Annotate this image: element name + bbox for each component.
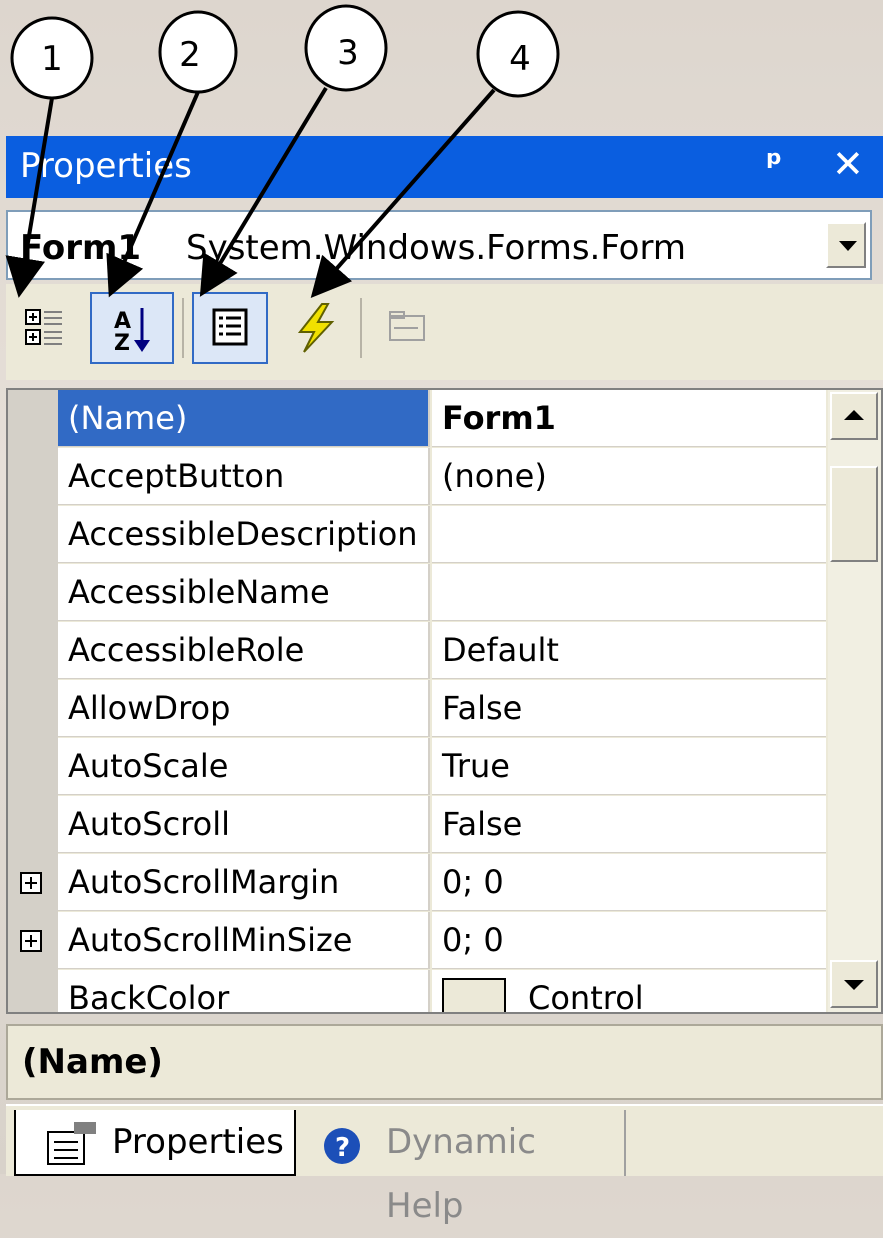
row-gutter [8,390,58,448]
bottom-tabs: Properties ? Dynamic Help [6,1104,883,1226]
scroll-thumb[interactable] [830,466,878,562]
expand-icon[interactable] [20,930,42,952]
property-row[interactable]: AccessibleDescription [8,506,826,564]
property-pages-button[interactable] [376,294,440,360]
description-pane: (Name) [6,1024,883,1100]
property-row[interactable]: AllowDrop False [8,680,826,738]
property-value[interactable]: False [432,796,826,853]
expand-icon[interactable] [20,872,42,894]
property-name[interactable]: AccessibleName [58,564,430,621]
properties-toolbar: A Z [6,284,883,380]
pin-icon[interactable]: ᵖ [766,144,782,184]
property-value[interactable] [432,506,826,563]
property-row[interactable]: AutoScroll False [8,796,826,854]
tab-properties[interactable]: Properties [14,1110,296,1176]
callout-number: 1 [41,39,63,79]
properties-view-button[interactable] [192,292,268,364]
tab-dynamic-help[interactable]: ? Dynamic Help [306,1110,626,1226]
property-name[interactable]: AutoScroll [58,796,430,853]
property-row[interactable]: AcceptButton (none) [8,448,826,506]
property-value[interactable]: (none) [432,448,826,505]
property-row[interactable]: (Name) Form1 [8,390,826,448]
svg-text:?: ? [335,1133,350,1163]
events-icon [297,303,335,353]
property-value[interactable]: 0; 0 [432,854,826,911]
events-button[interactable] [284,294,348,360]
properties-page-icon [47,1122,96,1165]
property-row[interactable]: AutoScale True [8,738,826,796]
property-name[interactable]: AcceptButton [58,448,430,505]
categorized-button[interactable] [16,294,80,360]
property-value[interactable]: True [432,738,826,795]
row-gutter [8,506,58,564]
close-icon[interactable]: ✕ [832,142,864,186]
property-value[interactable]: False [432,680,826,737]
row-gutter [8,912,58,970]
description-title: (Name) [22,1042,163,1082]
property-value[interactable]: Control [432,970,826,1014]
property-name[interactable]: AutoScale [58,738,430,795]
properties-titlebar: Properties ᵖ ✕ [6,136,883,198]
toolbar-separator [360,298,362,358]
row-gutter [8,738,58,796]
property-row[interactable]: AccessibleRole Default [8,622,826,680]
property-value[interactable] [432,564,826,621]
object-name: Form1 [20,228,142,268]
help-icon: ? [324,1128,360,1164]
object-selector[interactable]: Form1 System.Windows.Forms.Form [6,210,872,280]
property-name[interactable]: BackColor [58,970,430,1012]
callout-number: 4 [509,39,531,79]
property-name[interactable]: AccessibleDescription [58,506,430,563]
property-name[interactable]: AccessibleRole [58,622,430,679]
property-name[interactable]: AllowDrop [58,680,430,737]
alphabetical-icon: A Z [114,308,150,356]
property-row[interactable]: BackColor Control [8,970,826,1014]
dropdown-button[interactable] [826,222,866,268]
object-type: System.Windows.Forms.Form [186,228,686,268]
tab-label: Properties [112,1122,284,1162]
toolbar-separator [182,298,184,358]
row-gutter [8,680,58,738]
properties-icon [212,308,248,346]
property-name[interactable]: AutoScrollMargin [58,854,430,911]
alphabetical-button[interactable]: A Z [90,292,174,364]
property-row[interactable]: AutoScrollMinSize 0; 0 [8,912,826,970]
property-grid: (Name) Form1 AcceptButton (none) Accessi… [6,388,883,1014]
row-gutter [8,448,58,506]
property-row[interactable]: AutoScrollMargin 0; 0 [8,854,826,912]
property-name[interactable]: AutoScrollMinSize [58,912,430,969]
categorized-icon [25,309,62,345]
row-gutter [8,622,58,680]
tab-label: Dynamic Help [386,1122,536,1226]
row-gutter [8,854,58,912]
scroll-down-button[interactable] [830,960,878,1008]
row-gutter [8,796,58,854]
vertical-scrollbar[interactable] [828,390,881,1012]
property-value-text: Control [528,979,644,1014]
color-swatch [442,978,506,1012]
row-gutter [8,564,58,622]
scroll-up-button[interactable] [830,392,878,440]
property-row[interactable]: AccessibleName [8,564,826,622]
property-pages-icon [389,311,425,341]
property-value[interactable]: Form1 [432,390,826,447]
property-value[interactable]: Default [432,622,826,679]
property-name[interactable]: (Name) [58,390,430,447]
row-gutter [8,970,58,1012]
callout-number: 3 [337,33,359,73]
callout-number: 2 [179,35,201,75]
svg-text:Z: Z [114,331,130,356]
property-value[interactable]: 0; 0 [432,912,826,969]
window-title: Properties [20,146,192,186]
